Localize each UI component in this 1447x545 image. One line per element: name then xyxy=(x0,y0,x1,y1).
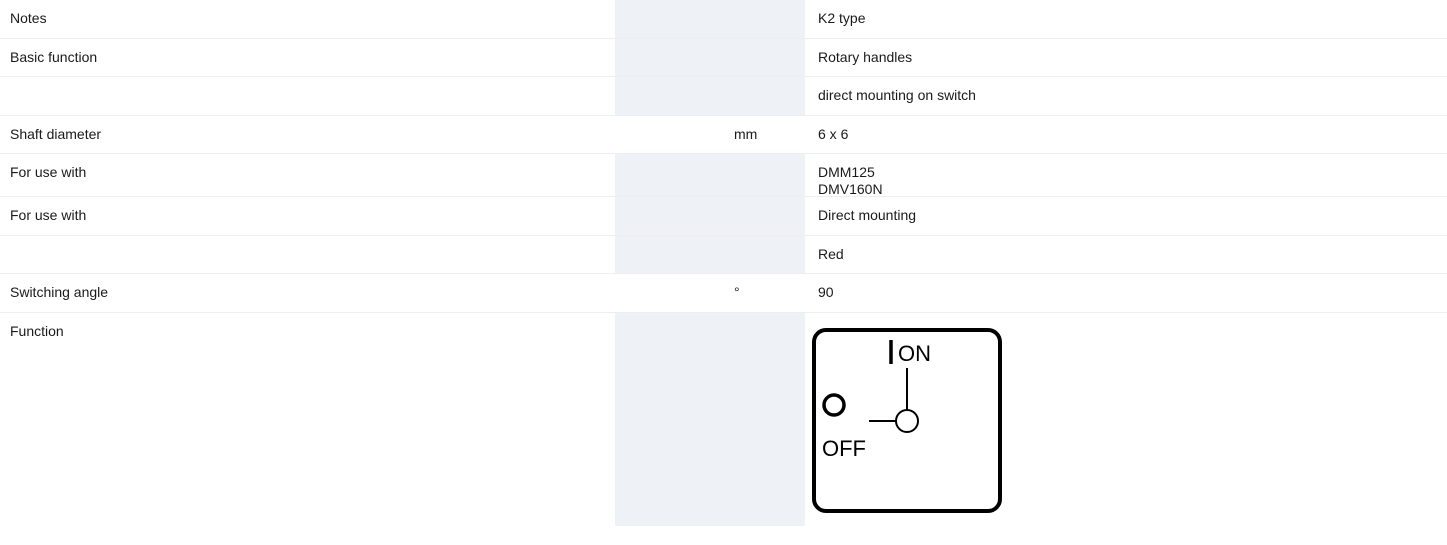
row-label: Notes xyxy=(10,10,47,26)
row-label: Basic function xyxy=(10,48,98,65)
row-value: 90 xyxy=(818,284,834,300)
row-label xyxy=(0,77,615,115)
table-row: For use with DMM125 DMV160N xyxy=(0,154,1447,197)
spec-table: Notes K2 type Basic function Rotary hand… xyxy=(0,0,1447,526)
table-row: Shaft diameter mm 6 x 6 xyxy=(0,115,1447,154)
off-position-mark xyxy=(822,392,846,417)
shaded-spacer xyxy=(615,235,729,273)
table-row: direct mounting on switch xyxy=(0,77,1447,116)
on-label: ON xyxy=(898,341,931,366)
row-label xyxy=(0,236,615,274)
row-unit xyxy=(729,0,805,38)
row-value: DMM125 DMV160N xyxy=(805,154,1447,197)
row-unit: ° xyxy=(729,274,805,312)
table-row: For use with Direct mounting xyxy=(0,197,1447,236)
row-label: For use with xyxy=(10,164,87,180)
table-row: Basic function Rotary handles xyxy=(0,38,1447,77)
shaded-spacer xyxy=(615,312,729,526)
row-label: For use with xyxy=(10,207,87,223)
shaded-spacer xyxy=(615,154,729,196)
row-value: Rotary handles xyxy=(818,48,913,65)
row-value-line: DMM125 xyxy=(818,164,875,180)
off-label: OFF xyxy=(822,436,866,461)
shaded-spacer xyxy=(615,115,729,153)
shaded-spacer xyxy=(615,38,729,76)
row-label: Shaft diameter xyxy=(10,125,102,142)
table-row: Notes K2 type xyxy=(0,0,1447,39)
row-unit xyxy=(729,197,805,235)
table-row: Function ON OFF xyxy=(0,312,1447,526)
row-value: ON OFF xyxy=(805,313,1447,526)
row-unit xyxy=(729,154,805,196)
row-label: Function xyxy=(10,322,64,339)
switch-function-diagram: ON OFF xyxy=(812,327,1002,513)
shaded-spacer xyxy=(615,0,729,38)
row-unit xyxy=(729,312,805,526)
shaded-spacer xyxy=(615,197,729,235)
row-unit xyxy=(729,235,805,273)
row-unit xyxy=(729,77,805,115)
row-label: Switching angle xyxy=(10,284,109,300)
row-unit xyxy=(729,38,805,76)
shaded-spacer xyxy=(615,274,729,312)
row-value: Red xyxy=(818,245,844,262)
row-value: K2 type xyxy=(818,10,866,26)
row-unit: mm xyxy=(729,115,805,153)
row-value: Direct mounting xyxy=(818,207,917,223)
shaded-spacer xyxy=(615,77,729,115)
table-row: Red xyxy=(0,235,1447,274)
row-value-line: DMV160N xyxy=(818,181,883,197)
table-row: Switching angle ° 90 xyxy=(0,274,1447,313)
switch-pivot-circle xyxy=(895,408,919,433)
row-value: 6 x 6 xyxy=(818,125,849,142)
row-value: direct mounting on switch xyxy=(818,87,976,103)
